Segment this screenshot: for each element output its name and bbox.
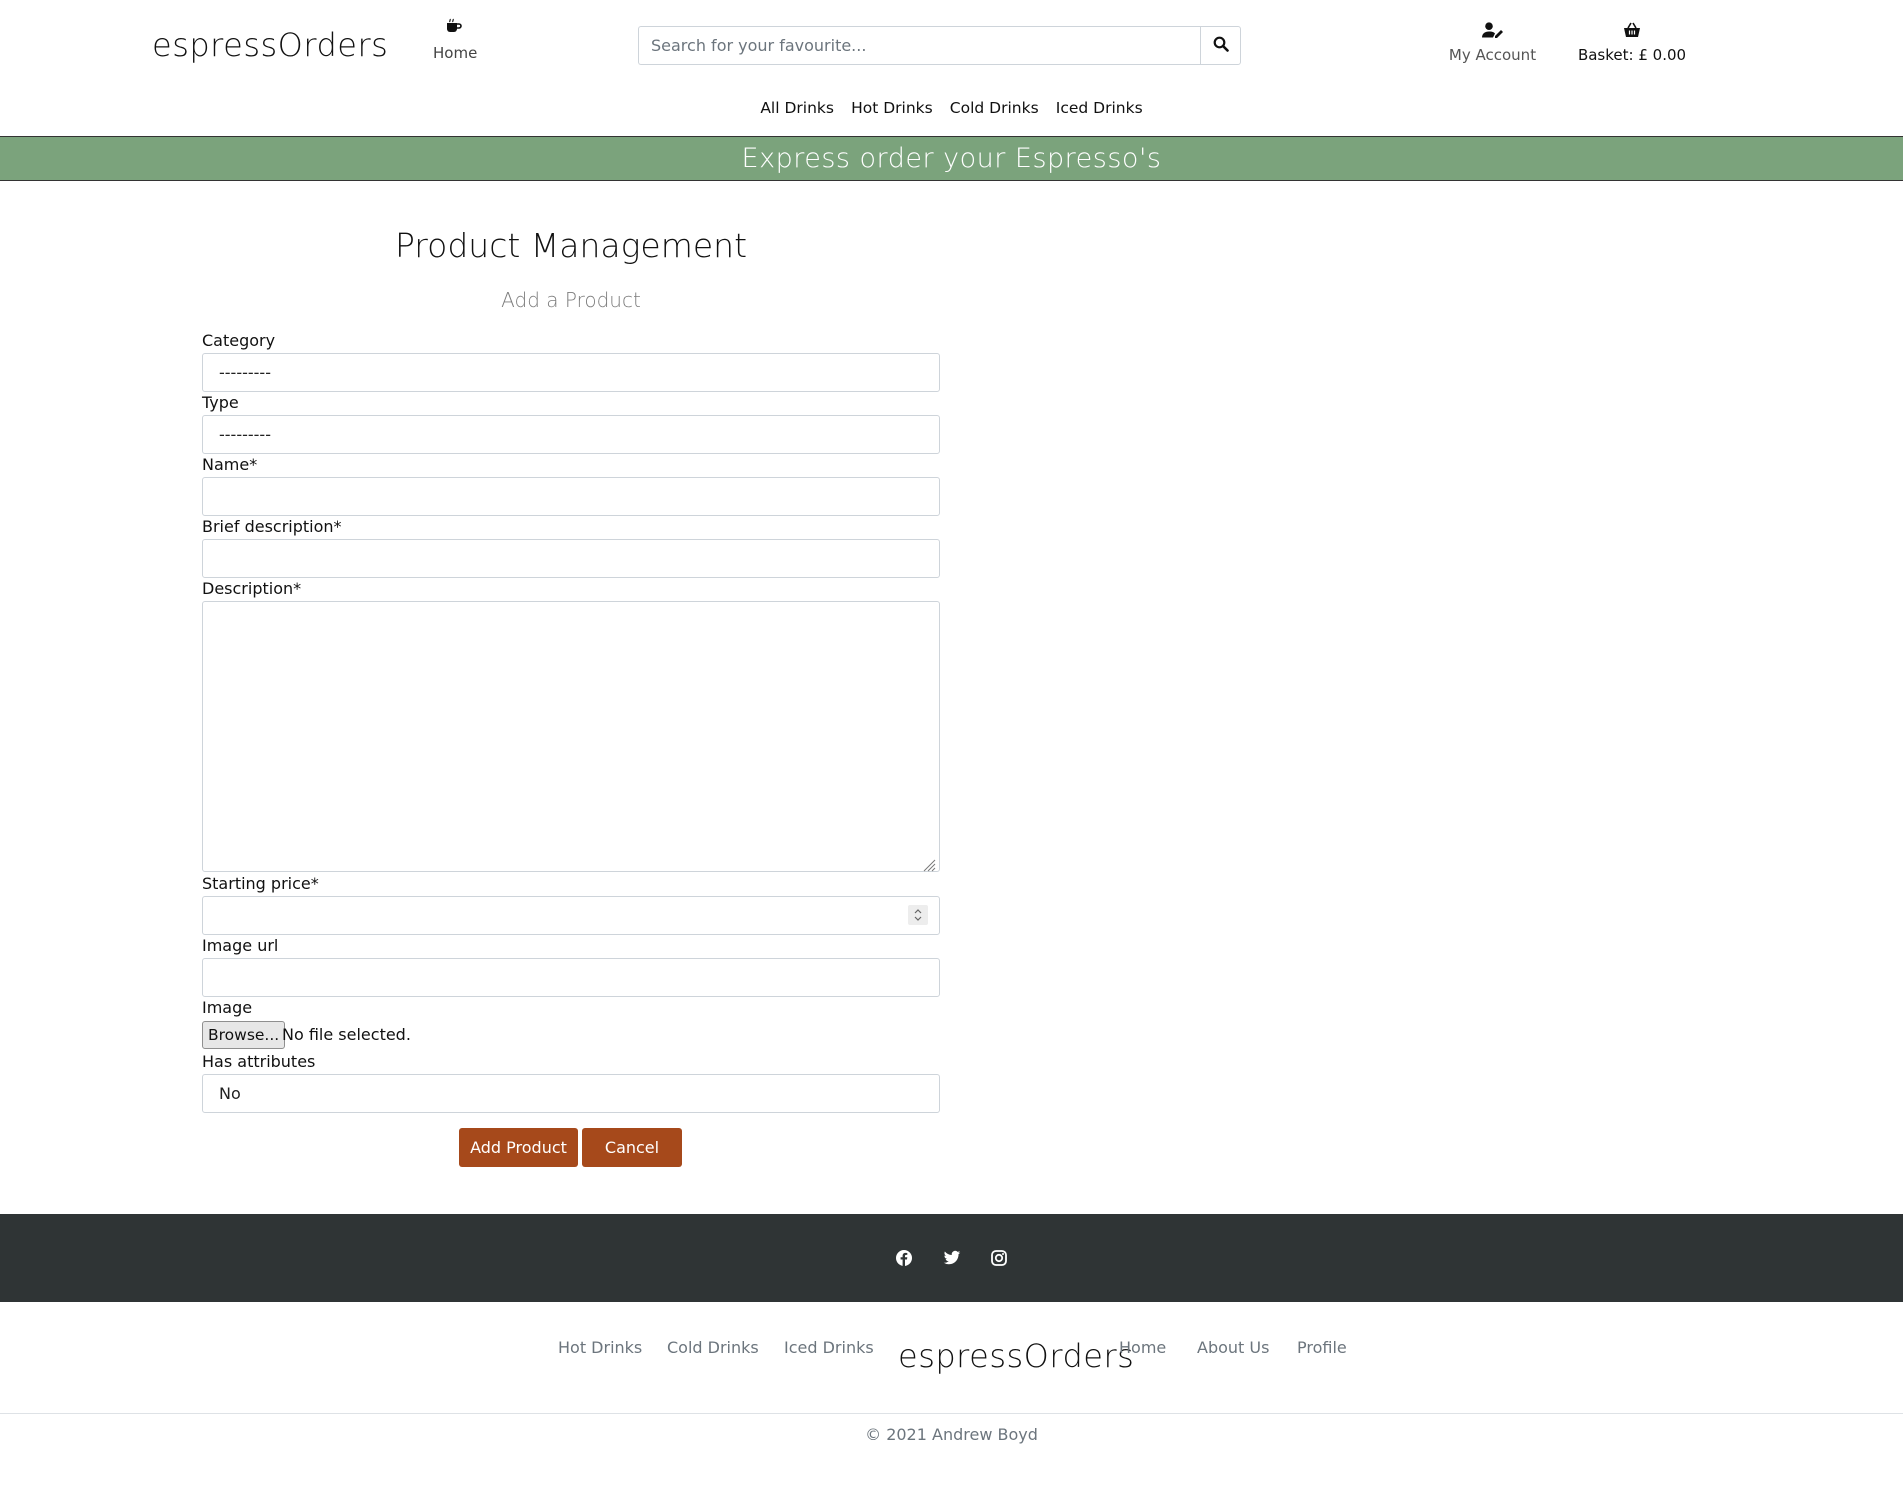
- nav-hot-drinks[interactable]: Hot Drinks: [851, 99, 933, 117]
- name-label: Name*: [202, 455, 258, 474]
- footer-link-iced-drinks[interactable]: Iced Drinks: [784, 1338, 874, 1357]
- page-title: Product Management: [394, 226, 748, 265]
- home-nav-link[interactable]: Home: [433, 18, 478, 62]
- shopping-basket-icon: [1623, 22, 1641, 42]
- page-subtitle: Add a Product: [501, 288, 641, 312]
- my-account-link[interactable]: My Account: [1440, 22, 1545, 64]
- main-nav: All Drinks Hot Drinks Cold Drinks Iced D…: [0, 98, 1903, 117]
- basket-link[interactable]: Basket: £ 0.00: [1572, 22, 1692, 64]
- twitter-icon[interactable]: [943, 1249, 961, 1267]
- name-input[interactable]: [202, 477, 940, 516]
- social-bar: [0, 1214, 1903, 1302]
- site-header: espressOrders Home My Account Basket: £ …: [0, 0, 1903, 136]
- footer-link-profile[interactable]: Profile: [1297, 1338, 1347, 1357]
- type-select[interactable]: ---------: [202, 415, 940, 454]
- category-label: Category: [202, 331, 276, 350]
- starting-price-input[interactable]: [202, 896, 940, 935]
- footer-link-home[interactable]: Home: [1119, 1338, 1166, 1357]
- brief-description-label: Brief description*: [202, 517, 342, 536]
- image-url-label: Image url: [202, 936, 279, 955]
- footer-brand-logo[interactable]: espressOrders: [898, 1337, 1134, 1375]
- has-attributes-select[interactable]: No: [202, 1074, 940, 1113]
- brief-description-input[interactable]: [202, 539, 940, 578]
- image-label: Image: [202, 998, 253, 1017]
- browse-file-button[interactable]: Browse...: [202, 1021, 286, 1049]
- nav-iced-drinks[interactable]: Iced Drinks: [1056, 99, 1143, 117]
- promo-banner: Express order your Espresso's: [0, 136, 1903, 181]
- nav-all-drinks[interactable]: All Drinks: [760, 99, 834, 117]
- facebook-icon[interactable]: [895, 1249, 913, 1267]
- description-textarea[interactable]: [202, 601, 940, 872]
- footer-link-cold-drinks[interactable]: Cold Drinks: [667, 1338, 759, 1357]
- search-icon: [1213, 36, 1229, 55]
- footer-link-hot-drinks[interactable]: Hot Drinks: [558, 1338, 642, 1357]
- nav-cold-drinks[interactable]: Cold Drinks: [950, 99, 1039, 117]
- type-label: Type: [202, 393, 239, 412]
- search-button[interactable]: [1200, 26, 1241, 65]
- add-product-button[interactable]: Add Product: [459, 1128, 578, 1167]
- cancel-button[interactable]: Cancel: [582, 1128, 682, 1167]
- number-spinner-icon[interactable]: [908, 905, 928, 925]
- my-account-label: My Account: [1448, 46, 1537, 64]
- footer-nav: Hot Drinks Cold Drinks Iced Drinks espre…: [0, 1302, 1903, 1414]
- search-form: [638, 26, 1241, 65]
- instagram-icon[interactable]: [990, 1249, 1008, 1267]
- category-select[interactable]: ---------: [202, 353, 940, 392]
- user-edit-icon: [1481, 22, 1504, 42]
- footer-link-about-us[interactable]: About Us: [1197, 1338, 1269, 1357]
- brand-logo[interactable]: espressOrders: [152, 26, 388, 64]
- resize-grip-icon[interactable]: [922, 857, 936, 872]
- basket-total: Basket: £ 0.00: [1577, 46, 1687, 64]
- description-label: Description*: [202, 579, 302, 598]
- home-label: Home: [433, 44, 478, 62]
- image-url-input[interactable]: [202, 958, 940, 997]
- copyright-text: © 2021 Andrew Boyd: [865, 1425, 1038, 1444]
- starting-price-label: Starting price*: [202, 874, 319, 893]
- has-attributes-label: Has attributes: [202, 1052, 316, 1071]
- search-input[interactable]: [638, 26, 1201, 65]
- file-status-text: No file selected.: [282, 1025, 411, 1044]
- coffee-cup-icon: [445, 18, 463, 38]
